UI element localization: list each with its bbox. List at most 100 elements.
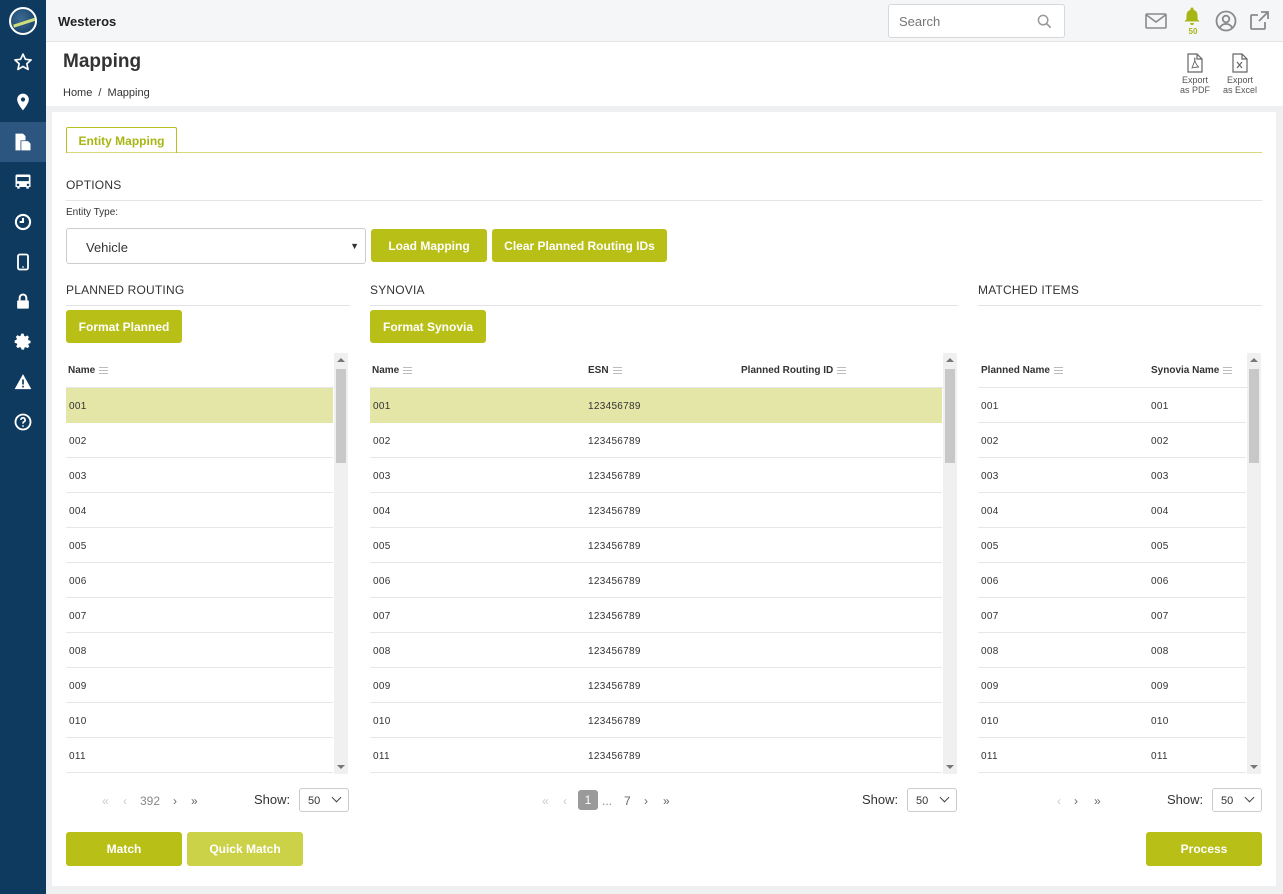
planned-scrollbar[interactable]: [334, 353, 348, 774]
table-row[interactable]: 001: [66, 388, 333, 423]
scroll-thumb[interactable]: [945, 369, 955, 463]
table-row[interactable]: 001 123456789: [370, 388, 942, 423]
sidebar-item-settings[interactable]: [0, 322, 46, 362]
sidebar-item-history[interactable]: [0, 202, 46, 242]
scroll-up-icon[interactable]: [946, 358, 954, 362]
current-page[interactable]: 1: [578, 790, 598, 810]
last-page-icon[interactable]: »: [1094, 794, 1101, 808]
column-header-planned-routing-id[interactable]: Planned Routing ID: [741, 365, 847, 376]
table-row[interactable]: 001 001: [978, 388, 1246, 423]
table-row[interactable]: 002 002: [978, 423, 1246, 458]
match-button[interactable]: Match: [66, 832, 182, 866]
table-row[interactable]: 007: [66, 598, 333, 633]
synovia-scrollbar[interactable]: [943, 353, 957, 774]
clear-planned-routing-ids-button[interactable]: Clear Planned Routing IDs: [492, 229, 667, 262]
table-row[interactable]: 002: [66, 423, 333, 458]
last-page-icon[interactable]: »: [663, 794, 670, 808]
breadcrumb-home[interactable]: Home: [63, 87, 92, 99]
search-icon[interactable]: [1037, 14, 1052, 29]
table-row[interactable]: 008 008: [978, 633, 1246, 668]
table-row[interactable]: 004: [66, 493, 333, 528]
table-row[interactable]: 009 123456789: [370, 668, 942, 703]
table-row[interactable]: 010 010: [978, 703, 1246, 738]
notifications-button[interactable]: [1180, 4, 1204, 28]
table-row[interactable]: 006: [66, 563, 333, 598]
table-row[interactable]: 005 123456789: [370, 528, 942, 563]
column-header-name[interactable]: Name: [372, 365, 413, 376]
first-page-icon[interactable]: «: [102, 794, 109, 808]
tab-entity-mapping[interactable]: Entity Mapping: [66, 127, 177, 153]
messages-button[interactable]: [1144, 9, 1168, 33]
column-menu-icon[interactable]: [1223, 367, 1233, 374]
load-mapping-button[interactable]: Load Mapping: [371, 229, 487, 262]
table-row[interactable]: 009 009: [978, 668, 1246, 703]
matched-scrollbar[interactable]: [1247, 353, 1261, 774]
page-size-select[interactable]: 50: [907, 788, 957, 812]
scroll-up-icon[interactable]: [337, 358, 345, 362]
sidebar-item-favorites[interactable]: [0, 42, 46, 82]
table-row[interactable]: 006 006: [978, 563, 1246, 598]
profile-button[interactable]: [1214, 9, 1238, 33]
next-page-icon[interactable]: ›: [1074, 794, 1078, 808]
page-number[interactable]: 392: [140, 794, 160, 808]
table-row[interactable]: 007 007: [978, 598, 1246, 633]
last-page-icon[interactable]: »: [191, 794, 198, 808]
sidebar-item-alerts[interactable]: [0, 362, 46, 402]
sidebar-item-mapping[interactable]: [0, 122, 46, 162]
external-link-button[interactable]: [1247, 9, 1271, 33]
table-row[interactable]: 010 123456789: [370, 703, 942, 738]
search-input[interactable]: [889, 5, 1029, 37]
table-row[interactable]: 004 004: [978, 493, 1246, 528]
prev-page-icon[interactable]: ‹: [563, 794, 567, 808]
page-size-select[interactable]: 50: [299, 788, 349, 812]
column-menu-icon[interactable]: [99, 367, 109, 374]
export-excel-button[interactable]: Export as Excel: [1220, 53, 1260, 95]
sidebar-item-security[interactable]: [0, 282, 46, 322]
table-row[interactable]: 011 123456789: [370, 738, 942, 773]
table-row[interactable]: 003 003: [978, 458, 1246, 493]
prev-page-icon[interactable]: ‹: [123, 794, 127, 808]
table-row[interactable]: 011: [66, 738, 333, 773]
column-menu-icon[interactable]: [403, 367, 413, 374]
table-row[interactable]: 011 011: [978, 738, 1246, 773]
table-row[interactable]: 007 123456789: [370, 598, 942, 633]
table-row[interactable]: 006 123456789: [370, 563, 942, 598]
last-page-number[interactable]: 7: [624, 794, 631, 808]
scroll-thumb[interactable]: [1249, 369, 1259, 463]
column-header-esn[interactable]: ESN: [588, 365, 622, 376]
sidebar-item-help[interactable]: [0, 402, 46, 442]
entity-type-select[interactable]: Vehicle ▼: [66, 228, 366, 264]
format-planned-button[interactable]: Format Planned: [66, 310, 182, 343]
scroll-down-icon[interactable]: [946, 765, 954, 769]
column-header-planned-name[interactable]: Planned Name: [981, 365, 1063, 376]
app-logo[interactable]: [0, 0, 46, 42]
column-menu-icon[interactable]: [837, 367, 847, 374]
table-row[interactable]: 002 123456789: [370, 423, 942, 458]
sidebar-item-locations[interactable]: [0, 82, 46, 122]
table-row[interactable]: 008 123456789: [370, 633, 942, 668]
prev-page-icon[interactable]: ‹: [1057, 794, 1061, 808]
scroll-up-icon[interactable]: [1250, 358, 1258, 362]
column-menu-icon[interactable]: [612, 367, 622, 374]
table-row[interactable]: 005: [66, 528, 333, 563]
column-menu-icon[interactable]: [1053, 367, 1063, 374]
first-page-icon[interactable]: «: [542, 794, 549, 808]
table-row[interactable]: 003: [66, 458, 333, 493]
table-row[interactable]: 003 123456789: [370, 458, 942, 493]
table-row[interactable]: 005 005: [978, 528, 1246, 563]
scroll-down-icon[interactable]: [1250, 765, 1258, 769]
column-header-name[interactable]: Name: [68, 365, 109, 376]
table-row[interactable]: 010: [66, 703, 333, 738]
table-row[interactable]: 009: [66, 668, 333, 703]
scroll-thumb[interactable]: [336, 369, 346, 463]
page-size-select[interactable]: 50: [1212, 788, 1262, 812]
table-row[interactable]: 008: [66, 633, 333, 668]
process-button[interactable]: Process: [1146, 832, 1262, 866]
table-row[interactable]: 004 123456789: [370, 493, 942, 528]
quick-match-button[interactable]: Quick Match: [187, 832, 303, 866]
next-page-icon[interactable]: ›: [644, 794, 648, 808]
sidebar-item-devices[interactable]: [0, 242, 46, 282]
sidebar-item-vehicles[interactable]: [0, 162, 46, 202]
format-synovia-button[interactable]: Format Synovia: [370, 310, 486, 343]
column-header-synovia-name[interactable]: Synovia Name: [1151, 365, 1233, 376]
